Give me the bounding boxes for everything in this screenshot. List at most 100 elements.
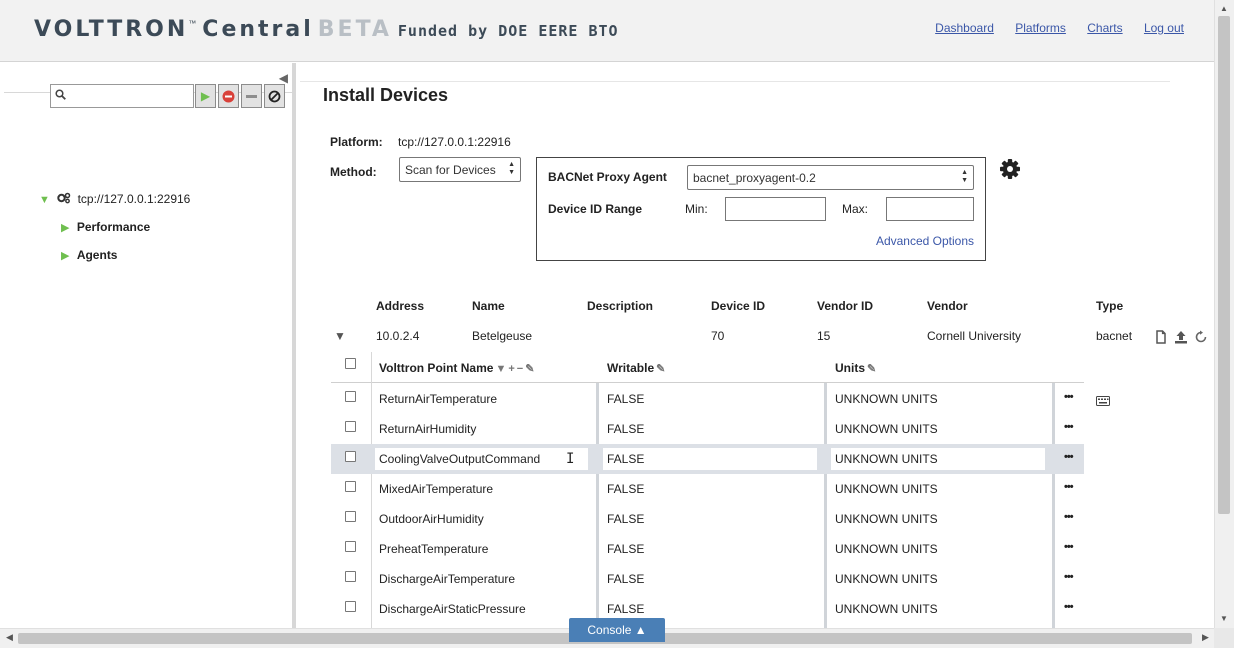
edit-column-pencil-icon[interactable]: ✎ xyxy=(867,362,876,375)
device-name: Betelgeuse xyxy=(472,329,533,343)
upload-icon[interactable] xyxy=(1174,330,1188,344)
units-edit-cell[interactable]: UNKNOWN UNITS xyxy=(831,448,1045,470)
point-row[interactable]: PreheatTemperature FALSE UNKNOWN UNITS •… xyxy=(331,534,1084,564)
writable-cell[interactable]: FALSE xyxy=(607,542,644,556)
select-arrows-icon: ▲ ▼ xyxy=(508,161,515,176)
gear-icon[interactable] xyxy=(999,158,1021,180)
units-cell[interactable]: UNKNOWN UNITS xyxy=(835,482,938,496)
point-row[interactable]: ReturnAirHumidity FALSE UNKNOWN UNITS ••… xyxy=(331,414,1084,444)
point-name-cell[interactable]: DischargeAirTemperature xyxy=(379,572,515,586)
row-menu-button[interactable]: ••• xyxy=(1064,511,1074,523)
nav-logout-link[interactable]: Log out xyxy=(1144,21,1184,35)
scroll-down-arrow-icon[interactable]: ▼ xyxy=(1220,614,1228,623)
edit-column-pencil-icon[interactable]: ✎ xyxy=(525,362,534,375)
scroll-left-arrow-icon[interactable]: ◀ xyxy=(6,632,13,643)
point-row[interactable]: DischargeAirStaticPressure FALSE UNKNOWN… xyxy=(331,594,1084,624)
point-row[interactable]: OutdoorAirHumidity FALSE UNKNOWN UNITS •… xyxy=(331,504,1084,534)
row-checkbox[interactable] xyxy=(345,391,356,402)
remove-agent-button[interactable] xyxy=(241,84,262,108)
expanded-triangle-icon: ▼ xyxy=(39,194,50,206)
row-menu-button[interactable]: ••• xyxy=(1064,451,1074,463)
units-cell[interactable]: UNKNOWN UNITS xyxy=(835,542,938,556)
column-header-device-id: Device ID xyxy=(711,299,766,313)
collapse-sidebar-icon[interactable]: ◀ xyxy=(279,71,288,85)
add-column-icon[interactable]: + xyxy=(508,363,514,375)
units-cell[interactable]: UNKNOWN UNITS xyxy=(835,572,938,586)
row-menu-button[interactable]: ••• xyxy=(1064,391,1074,403)
writable-header-label: Writable xyxy=(607,361,655,375)
point-name-cell[interactable]: ReturnAirTemperature xyxy=(379,392,497,406)
row-checkbox[interactable] xyxy=(345,601,356,612)
row-checkbox[interactable] xyxy=(345,421,356,432)
tree-node-platform[interactable]: ▼ tcp://127.0.0.1:22916 xyxy=(39,192,190,206)
point-name-cell[interactable]: DischargeAirStaticPressure xyxy=(379,602,526,616)
point-row[interactable]: DischargeAirTemperature FALSE UNKNOWN UN… xyxy=(331,564,1084,594)
nav-platforms-link[interactable]: Platforms xyxy=(1015,21,1066,35)
row-menu-button[interactable]: ••• xyxy=(1064,481,1074,493)
method-select[interactable]: Scan for Devices ▲ ▼ xyxy=(399,157,521,182)
point-name-edit-cell[interactable]: CoolingValveOutputCommand xyxy=(375,448,588,470)
nav-dashboard-link[interactable]: Dashboard xyxy=(935,21,994,35)
point-name-cell[interactable]: PreheatTemperature xyxy=(379,542,488,556)
filter-icon[interactable]: ▼ xyxy=(495,363,506,375)
units-cell[interactable]: UNKNOWN UNITS xyxy=(835,422,938,436)
min-id-input[interactable] xyxy=(725,197,826,221)
vertical-scroll-thumb[interactable] xyxy=(1218,16,1230,514)
row-menu-button[interactable]: ••• xyxy=(1064,571,1074,583)
platform-search-box xyxy=(50,84,194,108)
app-header: VOLTTRON™ Central BETA Funded by DOE EERE B… xyxy=(0,0,1214,62)
scroll-right-arrow-icon[interactable]: ▶ xyxy=(1202,632,1209,643)
row-menu-button[interactable]: ••• xyxy=(1064,541,1074,553)
point-row-selected[interactable]: CoolingValveOutputCommand FALSE UNKNOWN … xyxy=(331,444,1084,474)
file-icon[interactable] xyxy=(1154,330,1168,344)
disable-agent-button[interactable] xyxy=(264,84,285,108)
units-cell[interactable]: UNKNOWN UNITS xyxy=(835,512,938,526)
writable-cell[interactable]: FALSE xyxy=(607,482,644,496)
point-name-cell[interactable]: OutdoorAirHumidity xyxy=(379,512,484,526)
row-checkbox[interactable] xyxy=(345,541,356,552)
nav-charts-link[interactable]: Charts xyxy=(1087,21,1122,35)
writable-cell[interactable]: FALSE xyxy=(607,572,644,586)
row-checkbox[interactable] xyxy=(345,481,356,492)
writable-cell[interactable]: FALSE xyxy=(607,392,644,406)
column-header-vendor-id: Vendor ID xyxy=(817,299,874,313)
scroll-up-arrow-icon[interactable]: ▲ xyxy=(1220,4,1228,13)
select-all-checkbox[interactable] xyxy=(345,358,356,369)
tree-node-performance[interactable]: ▶ Performance xyxy=(61,220,150,234)
row-menu-button[interactable]: ••• xyxy=(1064,601,1074,613)
stop-agent-button[interactable] xyxy=(218,84,239,108)
row-checkbox[interactable] xyxy=(345,511,356,522)
row-menu-button[interactable]: ••• xyxy=(1064,421,1074,433)
search-icon xyxy=(55,89,66,100)
vertical-scrollbar[interactable]: ▲ ▼ xyxy=(1214,0,1234,628)
device-expand-triangle-icon[interactable]: ▼ xyxy=(334,329,346,343)
writable-edit-cell[interactable]: FALSE xyxy=(603,448,817,470)
remove-column-icon[interactable]: − xyxy=(517,363,523,375)
proxy-agent-selected-value: bacnet_proxyagent-0.2 xyxy=(693,171,816,185)
advanced-options-link[interactable]: Advanced Options xyxy=(876,234,974,248)
proxy-agent-select[interactable]: bacnet_proxyagent-0.2 ▲ ▼ xyxy=(687,165,974,190)
point-row[interactable]: MixedAirTemperature FALSE UNKNOWN UNITS … xyxy=(331,474,1084,504)
row-checkbox[interactable] xyxy=(345,571,356,582)
search-input[interactable] xyxy=(71,87,189,105)
writable-cell[interactable]: FALSE xyxy=(607,602,644,616)
point-name-cell[interactable]: MixedAirTemperature xyxy=(379,482,493,496)
collapsed-triangle-icon: ▶ xyxy=(61,222,70,234)
console-toggle-button[interactable]: Console ▲ xyxy=(569,618,665,642)
device-vendor: Cornell University xyxy=(927,329,1022,343)
start-agent-button[interactable]: ▶ xyxy=(195,84,216,108)
sidebar-splitter[interactable] xyxy=(292,63,296,628)
keyboard-icon[interactable] xyxy=(1096,396,1110,406)
point-name-cell[interactable]: ReturnAirHumidity xyxy=(379,422,476,436)
max-id-input[interactable] xyxy=(886,197,974,221)
writable-cell[interactable]: FALSE xyxy=(607,512,644,526)
edit-column-pencil-icon[interactable]: ✎ xyxy=(656,362,665,375)
row-checkbox[interactable] xyxy=(345,451,356,462)
point-row[interactable]: ReturnAirTemperature FALSE UNKNOWN UNITS… xyxy=(331,384,1084,414)
writable-cell[interactable]: FALSE xyxy=(607,422,644,436)
refresh-icon[interactable] xyxy=(1194,330,1208,344)
tree-node-agents[interactable]: ▶ Agents xyxy=(61,248,117,262)
units-cell[interactable]: UNKNOWN UNITS xyxy=(835,602,938,616)
units-cell[interactable]: UNKNOWN UNITS xyxy=(835,392,938,406)
ban-icon xyxy=(268,90,281,103)
